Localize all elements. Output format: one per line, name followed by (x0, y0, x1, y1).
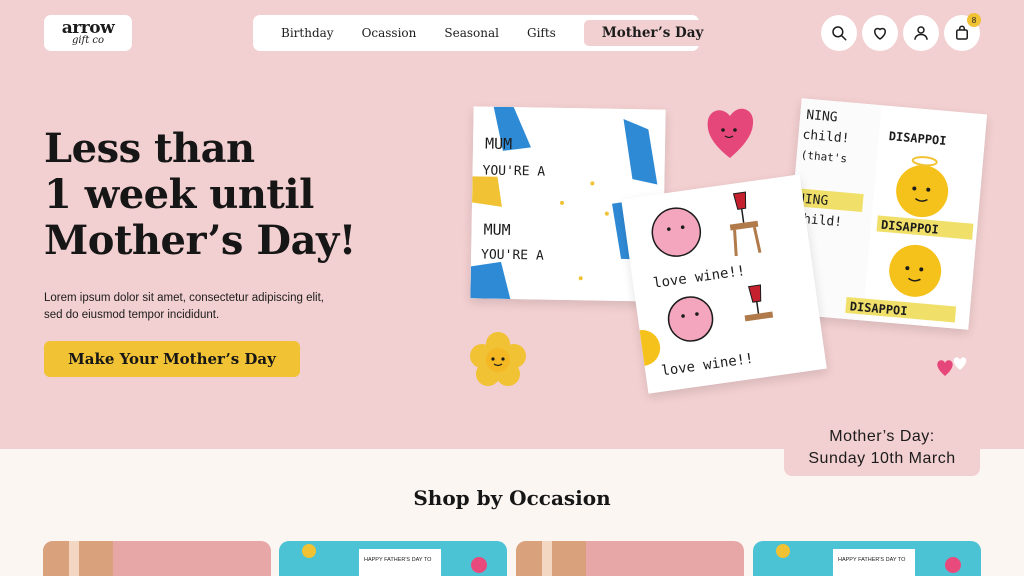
make-your-mothers-day-button[interactable]: Make Your Mother’s Day (44, 341, 300, 377)
nav-item-seasonal[interactable]: Seasonal (430, 26, 513, 40)
brand-logo[interactable]: arrow gift co (44, 15, 132, 51)
heart-sticker-icon (707, 108, 754, 158)
hero-title: Less than 1 week until Mother’s Day! (44, 126, 404, 264)
tile-4-card-text: HAPPY FATHER'S DAY TO (838, 557, 906, 563)
occasion-tile-3[interactable] (516, 541, 744, 576)
nav-item-mothers-day[interactable]: Mother’s Day (583, 20, 722, 46)
nav-item-gifts[interactable]: Gifts (513, 26, 570, 40)
mum-text-3: MUM (483, 221, 510, 239)
tile-2-card-text: HAPPY FATHER'S DAY TO (364, 557, 432, 563)
hero-description-line-1: Lorem ipsum dolor sit amet, consectetur … (44, 292, 324, 304)
flower-sticker-icon (470, 332, 526, 386)
search-button[interactable] (821, 15, 857, 51)
logo-wordmark: arrow (61, 17, 115, 38)
occasion-tile-1[interactable] (43, 541, 271, 576)
search-icon (832, 26, 847, 41)
mothers-day-date-banner: Mother’s Day: Sunday 10th March (784, 420, 980, 476)
fathers-day-card-image: HAPPY FATHER'S DAY TO (279, 541, 507, 576)
mum-text-2: YOU'RE A (482, 164, 545, 180)
hero-title-line-2: 1 week until (44, 171, 314, 218)
occasion-tile-4[interactable]: HAPPY FATHER'S DAY TO (753, 541, 981, 576)
hero-title-line-3: Mother’s Day! (44, 217, 356, 264)
hero-description: Lorem ipsum dolor sit amet, consectetur … (44, 290, 364, 324)
nav-item-birthday[interactable]: Birthday (267, 26, 348, 40)
shop-section-title: Shop by Occasion (413, 486, 611, 510)
gift-box-image (43, 541, 271, 576)
nav-item-ocassion[interactable]: Ocassion (348, 26, 431, 40)
heart-icon (874, 27, 886, 40)
bag-icon (956, 25, 968, 40)
hero-description-line-2: sed do eiusmod tempor incididunt. (44, 309, 220, 321)
date-banner-line-1: Mother’s Day: (829, 428, 935, 445)
cart-button[interactable]: 8 (944, 13, 981, 51)
account-button[interactable] (903, 15, 939, 51)
mum-text-4: YOU'RE A (481, 247, 544, 263)
mum-text-1: MUM (485, 135, 512, 153)
fathers-day-card-image: HAPPY FATHER'S DAY TO (753, 541, 981, 576)
product-card-love-wine[interactable]: love wine!! love wine!! (621, 174, 827, 394)
hero-title-line-1: Less than (44, 125, 255, 172)
date-banner-line-2: Sunday 10th March (808, 450, 956, 467)
small-hearts-icon (937, 357, 967, 376)
cart-count-badge: 8 (967, 13, 981, 27)
love-wine-card-art: love wine!! love wine!! (621, 174, 827, 394)
occasion-tile-2[interactable]: HAPPY FATHER'S DAY TO (279, 541, 507, 576)
logo-subtitle: gift co (71, 34, 105, 46)
user-icon (914, 26, 928, 40)
gift-box-image (516, 541, 744, 576)
main-navigation: Birthday Ocassion Seasonal Gifts Mother’… (253, 15, 722, 51)
dis-left-1: NING (806, 108, 839, 126)
wishlist-button[interactable] (862, 15, 898, 51)
